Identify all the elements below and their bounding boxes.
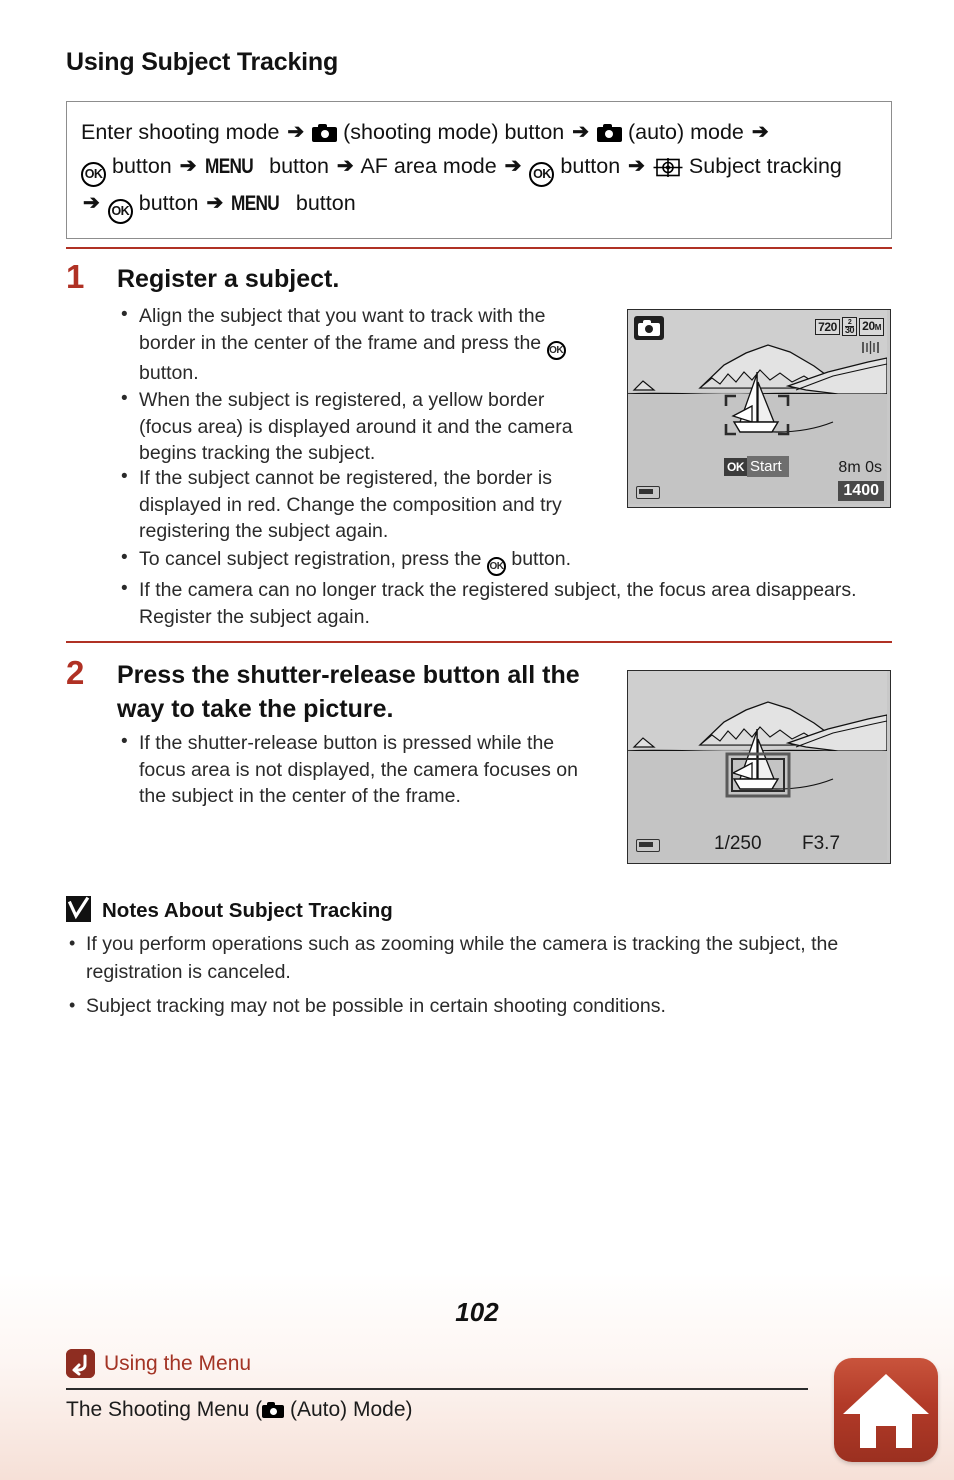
arrow-icon: ➔ <box>206 192 224 214</box>
footer-section-link[interactable]: Using the Menu <box>66 1349 251 1378</box>
manual-page: Using Subject Tracking Enter shooting mo… <box>0 0 954 1480</box>
list-item: If the shutter-release button is pressed… <box>117 729 595 810</box>
nav-text-auto-mode: (auto) mode <box>627 120 744 144</box>
nav-text-subject-tracking: Subject tracking <box>688 154 842 178</box>
nav-text-shooting-mode-button: (shooting mode) button <box>343 120 565 144</box>
section-divider <box>66 247 892 249</box>
footer-breadcrumb: The Shooting Menu ( (Auto) Mode) <box>66 1398 413 1422</box>
nav-text-button-3: button <box>560 154 621 178</box>
nav-text-button-1: button <box>111 154 172 178</box>
frame-rate-indicator: 2 30 <box>841 317 858 336</box>
aperture-indicator: F3.7 <box>802 833 841 854</box>
subject-tracking-icon <box>653 154 683 177</box>
navigation-path-line-2: OK button ➔ MENU button ➔ AF area mode ➔… <box>81 150 875 187</box>
camera-mode-icon <box>634 316 664 340</box>
navigation-path-box: Enter shooting mode ➔ (shooting mode) bu… <box>66 101 892 239</box>
navigation-path-line-1: Enter shooting mode ➔ (shooting mode) bu… <box>81 116 875 150</box>
step-heading-1: Register a subject. <box>117 265 340 293</box>
arrow-icon: ➔ <box>179 155 197 177</box>
ok-tag: OK <box>724 457 747 476</box>
camera-icon <box>262 1402 285 1419</box>
shots-remaining: 1400 <box>838 481 884 501</box>
lcd-top-indicators: 720 2 30 20M <box>815 317 884 336</box>
arrow-icon: ➔ <box>572 121 589 143</box>
ok-button-icon: OK <box>486 557 506 576</box>
step-number-2: 2 <box>66 654 85 691</box>
lcd-screen-register-subject: 720 2 30 20M OK Start 8m 0s 1400 <box>627 309 891 508</box>
arrow-icon: ➔ <box>504 155 522 177</box>
battery-icon <box>636 486 660 499</box>
ok-button-icon: OK <box>107 199 133 224</box>
section-divider <box>66 641 892 643</box>
list-item: If you perform operations such as zoomin… <box>66 929 886 986</box>
note-text: Subject tracking may not be possible in … <box>86 995 666 1017</box>
list-item: To cancel subject registration, press th… <box>117 545 887 576</box>
navigation-path-line-3: ➔ OK button ➔ MENU button <box>81 187 875 224</box>
step-1-bullet-list: Align the subject that you want to track… <box>117 302 597 468</box>
page-number: 102 <box>455 1297 499 1327</box>
list-item: Align the subject that you want to track… <box>117 302 597 386</box>
arrow-icon: ➔ <box>287 121 305 143</box>
arrow-icon: ➔ <box>336 155 354 177</box>
page-title: Using Subject Tracking <box>66 48 339 76</box>
list-item: If the subject cannot be registered, the… <box>117 464 597 545</box>
step-heading-2: Press the shutter-release button all the… <box>117 661 580 723</box>
notes-list: If you perform operations such as zoomin… <box>66 929 886 1020</box>
ok-button-icon: OK <box>81 162 106 187</box>
battery-icon <box>636 839 660 852</box>
caution-check-icon <box>66 896 91 922</box>
bullet-text-suffix: button. <box>139 361 199 384</box>
step-2-bullet-list: If the shutter-release button is pressed… <box>117 729 595 811</box>
footer-breadcrumb-post: (Auto) Mode) <box>284 1398 413 1421</box>
camera-icon <box>312 124 338 142</box>
note-text: If you perform operations such as zoomin… <box>86 933 839 983</box>
movie-size-indicator: 720 <box>815 318 840 335</box>
step-number-1: 1 <box>66 258 85 295</box>
list-item: Subject tracking may not be possible in … <box>66 991 886 1020</box>
nav-text-enter-shooting-mode: Enter shooting mode <box>81 120 280 144</box>
ok-button-icon: OK <box>529 162 555 187</box>
bullet-text: If the camera can no longer track the re… <box>139 579 857 628</box>
step-1-bullet-list-cont: If the subject cannot be registered, the… <box>117 464 597 546</box>
bullet-text: If the subject cannot be registered, the… <box>139 467 562 542</box>
image-size-indicator: 20M <box>859 317 884 336</box>
step-1-bullet-list-cont2: To cancel subject registration, press th… <box>117 545 887 631</box>
notes-heading: Notes About Subject Tracking <box>102 899 393 922</box>
footer-breadcrumb-pre: The Shooting Menu ( <box>66 1398 263 1421</box>
nav-text-button-2: button <box>269 154 329 178</box>
nav-text-button-4: button <box>138 191 199 215</box>
nav-text-af-area-mode: AF area mode <box>360 154 497 178</box>
ok-button-icon: OK <box>546 340 566 360</box>
back-arrow-icon[interactable] <box>66 1349 95 1378</box>
footer-link-label[interactable]: Using the Menu <box>104 1352 251 1376</box>
nav-text-button-5: button <box>295 191 356 215</box>
ok-start-prompt: OK Start <box>724 456 789 477</box>
list-item: If the camera can no longer track the re… <box>117 576 887 630</box>
bullet-text: When the subject is registered, a yellow… <box>139 389 573 464</box>
bullet-text-suffix: button. <box>505 548 571 570</box>
shutter-speed-indicator: 1/250 <box>714 833 762 854</box>
vibration-reduction-icon <box>861 340 880 355</box>
home-button[interactable] <box>834 1358 938 1462</box>
arrow-icon: ➔ <box>751 121 769 143</box>
camera-icon <box>596 124 622 142</box>
menu-button-icon: MENU <box>231 192 280 215</box>
footer-divider <box>66 1388 808 1390</box>
menu-button-icon: MENU <box>204 155 254 178</box>
bullet-text: If the shutter-release button is pressed… <box>139 732 578 807</box>
arrow-icon: ➔ <box>83 192 100 214</box>
lcd-scene-illustration-2 <box>628 671 887 860</box>
list-item: When the subject is registered, a yellow… <box>117 386 597 467</box>
start-label: Start <box>747 456 789 477</box>
arrow-icon: ➔ <box>628 155 645 177</box>
lcd-screen-take-picture: 1/250 F3.7 <box>627 670 891 864</box>
bullet-text: Align the subject that you want to track… <box>139 305 547 354</box>
bullet-text: To cancel subject registration, press th… <box>139 548 487 570</box>
movie-time-remaining: 8m 0s <box>838 459 882 476</box>
